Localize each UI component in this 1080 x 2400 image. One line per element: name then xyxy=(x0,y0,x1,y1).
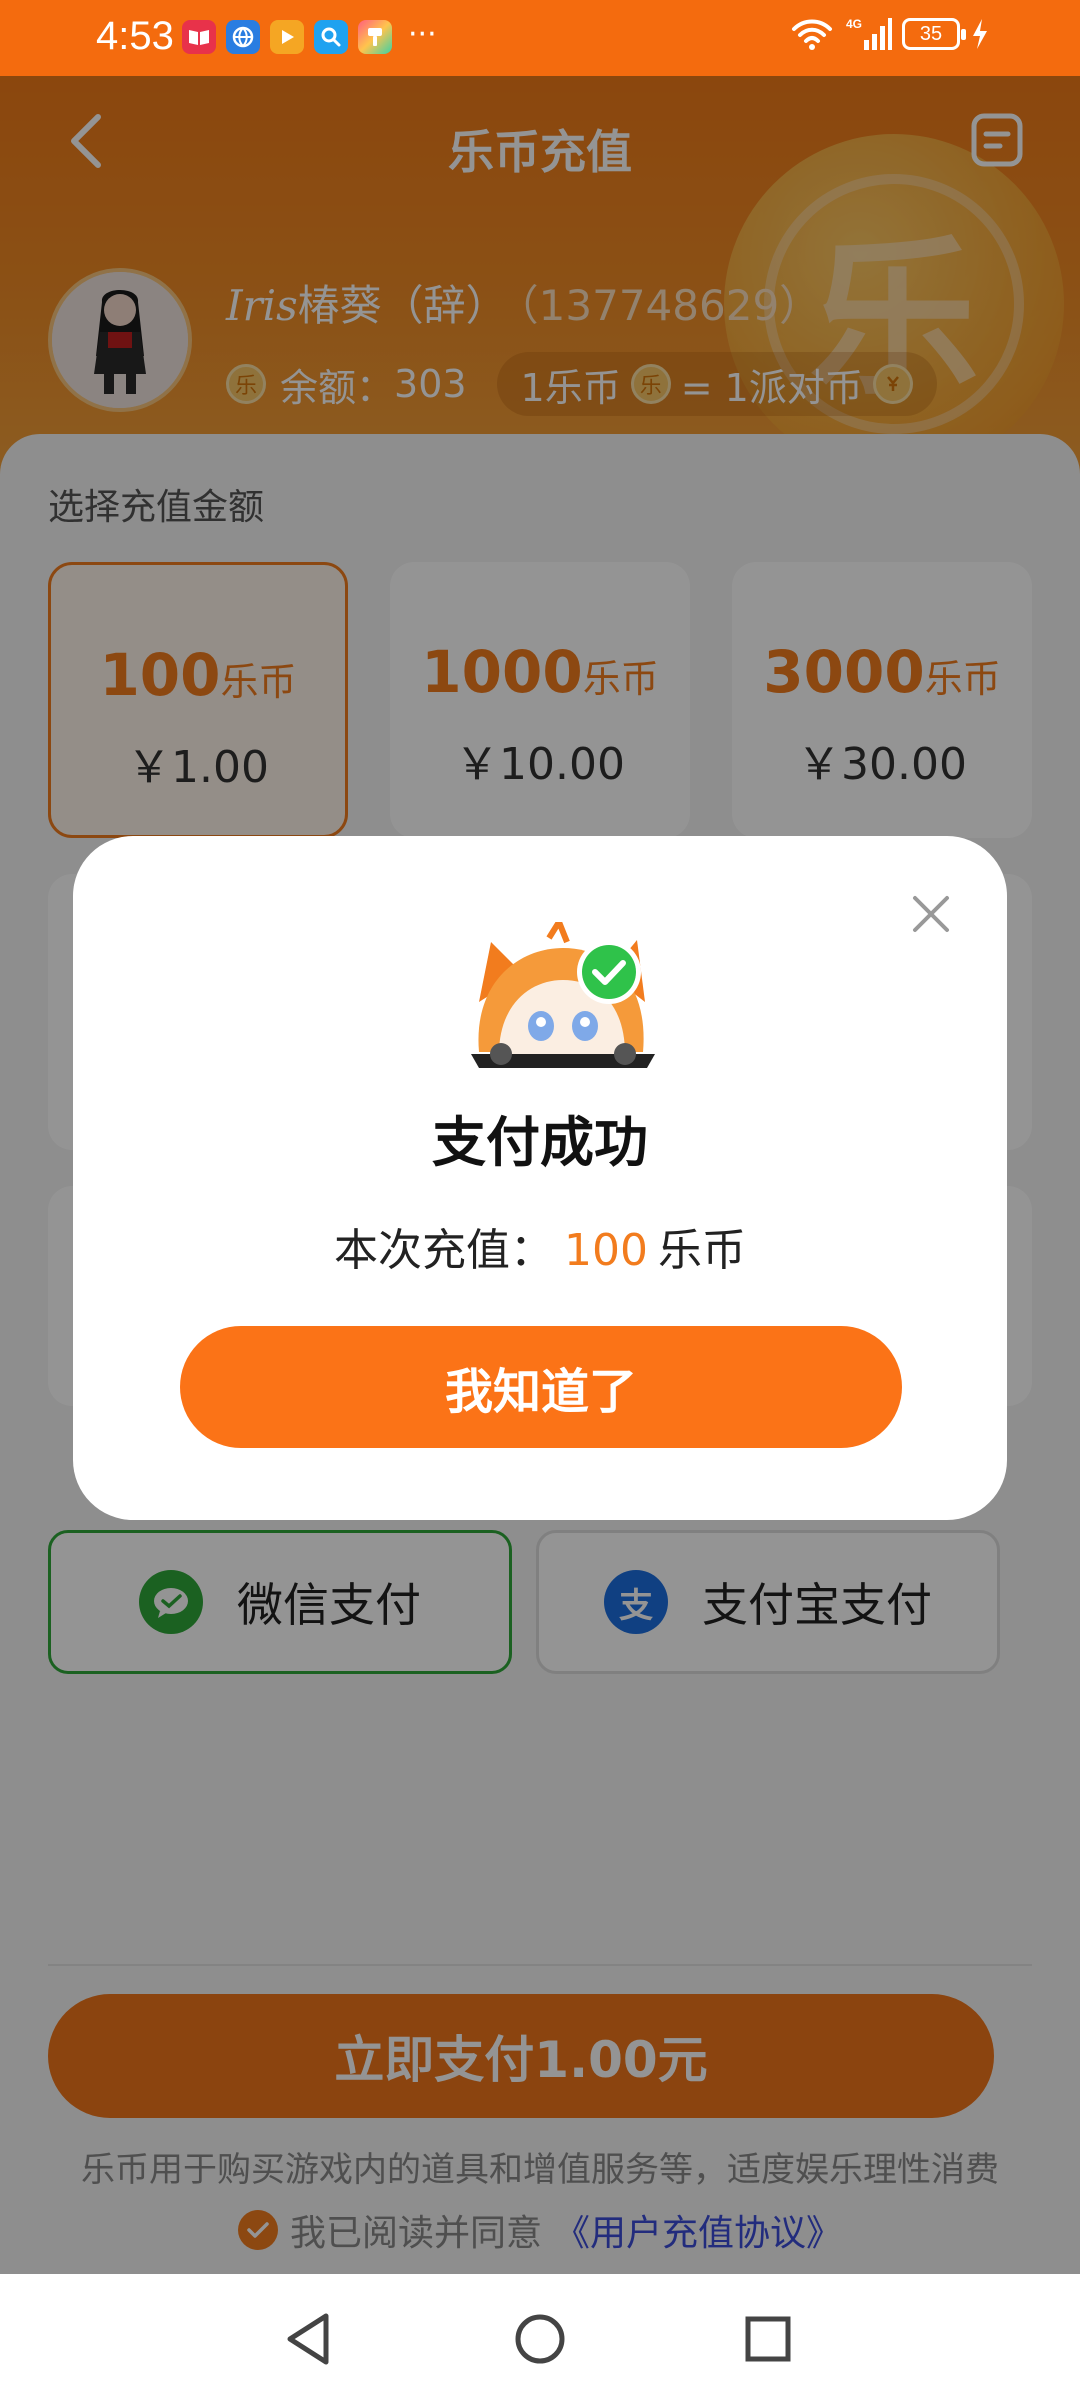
confirm-button[interactable]: 我知道了 xyxy=(180,1326,902,1448)
triangle-back-icon xyxy=(287,2313,329,2365)
battery-icon: 35 xyxy=(902,18,966,50)
dialog-message-prefix: 本次充值： xyxy=(334,1225,554,1276)
mascot-success-icon xyxy=(471,922,655,1068)
dialog-message: 本次充值： 100 乐币 xyxy=(73,1214,1007,1278)
network-type-label: 4G xyxy=(846,17,862,31)
system-navigation-bar xyxy=(0,2274,1080,2400)
cellular-signal-icon: 4G xyxy=(846,17,892,50)
charging-icon xyxy=(973,19,987,49)
close-button[interactable] xyxy=(903,886,959,942)
close-icon xyxy=(913,896,949,932)
nav-home-button[interactable] xyxy=(505,2304,575,2374)
notification-icons: ··· xyxy=(182,20,437,54)
wifi-icon xyxy=(792,19,832,50)
nav-back-button[interactable] xyxy=(274,2304,344,2374)
circle-home-icon xyxy=(515,2314,565,2364)
more-notifications-icon: ··· xyxy=(408,17,437,52)
nav-recents-button[interactable] xyxy=(733,2304,803,2374)
system-icons: 4G 35 xyxy=(790,16,990,52)
status-time: 4:53 xyxy=(96,14,174,58)
browser-app-icon xyxy=(226,20,260,54)
payment-success-dialog: 支付成功 本次充值： 100 乐币 我知道了 xyxy=(73,836,1007,1520)
status-bar: 4:53 ··· 4G 35 xyxy=(0,0,1080,76)
square-recents-icon xyxy=(745,2316,791,2362)
recharge-amount: 100 xyxy=(564,1225,648,1276)
dialog-title: 支付成功 xyxy=(432,1111,648,1174)
book-app-icon xyxy=(182,20,216,54)
battery-level: 35 xyxy=(919,22,943,45)
search-app-icon xyxy=(314,20,348,54)
video-app-icon xyxy=(270,20,304,54)
recharge-unit: 乐币 xyxy=(657,1225,746,1276)
paint-app-icon xyxy=(358,20,392,54)
